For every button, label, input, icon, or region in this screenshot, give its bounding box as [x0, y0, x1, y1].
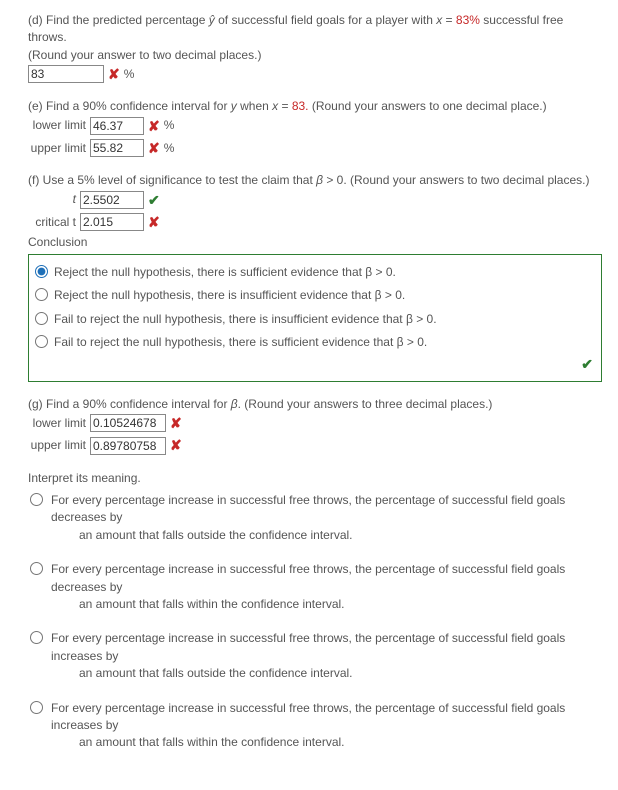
- upper-limit-e-input[interactable]: [90, 139, 144, 157]
- option-text: Reject the null hypothesis, there is suf…: [54, 264, 597, 281]
- wrong-icon: ✘: [148, 212, 160, 232]
- text: For every percentage increase in success…: [51, 493, 565, 524]
- lower-limit-label: lower limit: [28, 415, 90, 432]
- radio-interpret-3[interactable]: [30, 631, 43, 644]
- lower-limit-g-input[interactable]: [90, 414, 166, 432]
- prompt-f: (f) Use a 5% level of significance to te…: [28, 172, 602, 189]
- upper-limit-label: upper limit: [28, 437, 90, 454]
- wrong-icon: ✘: [108, 64, 120, 84]
- text: =: [442, 13, 456, 27]
- lower-limit-label: lower limit: [28, 117, 90, 134]
- wrong-icon: ✘: [148, 116, 160, 136]
- percent-label: %: [124, 66, 135, 83]
- t-label: t: [28, 191, 80, 208]
- conclusion-box: Reject the null hypothesis, there is suf…: [28, 254, 602, 382]
- option-text: Fail to reject the null hypothesis, ther…: [54, 334, 597, 351]
- text: of successful field goals for a player w…: [215, 13, 436, 27]
- question-d: (d) Find the predicted percentage ŷ of s…: [28, 12, 602, 84]
- prompt-d: (d) Find the predicted percentage ŷ of s…: [28, 12, 602, 47]
- text: an amount that falls within the confiden…: [51, 734, 602, 751]
- prompt-e: (e) Find a 90% confidence interval for y…: [28, 98, 602, 115]
- text: (Round your answers to one decimal place…: [309, 99, 547, 113]
- text: when: [237, 99, 272, 113]
- critical-t-label: critical t: [28, 214, 80, 231]
- beta: β: [316, 173, 323, 187]
- t-input[interactable]: [80, 191, 144, 209]
- wrong-icon: ✘: [170, 413, 182, 433]
- radio-conclusion-3[interactable]: [35, 312, 48, 325]
- wrong-icon: ✘: [170, 435, 182, 455]
- interpret-option-2[interactable]: For every percentage increase in success…: [28, 556, 602, 625]
- answer-d-input[interactable]: [28, 65, 104, 83]
- conclusion-label: Conclusion: [28, 234, 602, 251]
- interpret-heading: Interpret its meaning.: [28, 470, 602, 487]
- radio-interpret-2[interactable]: [30, 562, 43, 575]
- interpret-option-1[interactable]: For every percentage increase in success…: [28, 487, 602, 556]
- radio-interpret-1[interactable]: [30, 493, 43, 506]
- option-text: Fail to reject the null hypothesis, ther…: [54, 311, 597, 328]
- round-hint-d: (Round your answer to two decimal places…: [28, 47, 602, 64]
- question-g: (g) Find a 90% confidence interval for β…: [28, 396, 602, 456]
- conclusion-option-3[interactable]: Fail to reject the null hypothesis, ther…: [33, 308, 597, 331]
- radio-conclusion-4[interactable]: [35, 335, 48, 348]
- option-text: For every percentage increase in success…: [49, 492, 602, 544]
- interpret-option-4[interactable]: For every percentage increase in success…: [28, 695, 602, 764]
- text: . (Round your answers to three decimal p…: [238, 397, 493, 411]
- conclusion-option-1[interactable]: Reject the null hypothesis, there is suf…: [33, 261, 597, 284]
- option-text: For every percentage increase in success…: [49, 561, 602, 613]
- text: For every percentage increase in success…: [51, 701, 565, 732]
- percent-label: %: [164, 117, 175, 134]
- beta: β: [231, 397, 238, 411]
- text: (f) Use a 5% level of significance to te…: [28, 173, 316, 187]
- question-e: (e) Find a 90% confidence interval for y…: [28, 98, 602, 158]
- radio-interpret-4[interactable]: [30, 701, 43, 714]
- text: an amount that falls outside the confide…: [51, 665, 602, 682]
- x-value: 83.: [292, 99, 309, 113]
- upper-limit-g-input[interactable]: [90, 437, 166, 455]
- option-text: Reject the null hypothesis, there is ins…: [54, 287, 597, 304]
- text: For every percentage increase in success…: [51, 562, 565, 593]
- question-f: (f) Use a 5% level of significance to te…: [28, 172, 602, 381]
- correct-icon: ✔: [581, 356, 593, 372]
- prompt-g: (g) Find a 90% confidence interval for β…: [28, 396, 602, 413]
- option-text: For every percentage increase in success…: [49, 700, 602, 752]
- x-value: 83%: [456, 13, 480, 27]
- text: (e) Find a 90% confidence interval for: [28, 99, 231, 113]
- option-text: For every percentage increase in success…: [49, 630, 602, 682]
- lower-limit-e-input[interactable]: [90, 117, 144, 135]
- conclusion-option-4[interactable]: Fail to reject the null hypothesis, ther…: [33, 331, 597, 354]
- radio-conclusion-1[interactable]: [35, 265, 48, 278]
- conclusion-option-2[interactable]: Reject the null hypothesis, there is ins…: [33, 284, 597, 307]
- upper-limit-label: upper limit: [28, 140, 90, 157]
- text: (d) Find the predicted percentage: [28, 13, 209, 27]
- text: an amount that falls within the confiden…: [51, 596, 602, 613]
- correct-icon: ✔: [148, 190, 160, 210]
- interpret-option-3[interactable]: For every percentage increase in success…: [28, 625, 602, 694]
- text: =: [278, 99, 292, 113]
- percent-label: %: [164, 140, 175, 157]
- critical-t-input[interactable]: [80, 213, 144, 231]
- radio-conclusion-2[interactable]: [35, 288, 48, 301]
- interpret-section: Interpret its meaning. For every percent…: [28, 470, 602, 764]
- wrong-icon: ✘: [148, 138, 160, 158]
- text: > 0. (Round your answers to two decimal …: [323, 173, 589, 187]
- text: For every percentage increase in success…: [51, 631, 565, 662]
- text: (g) Find a 90% confidence interval for: [28, 397, 231, 411]
